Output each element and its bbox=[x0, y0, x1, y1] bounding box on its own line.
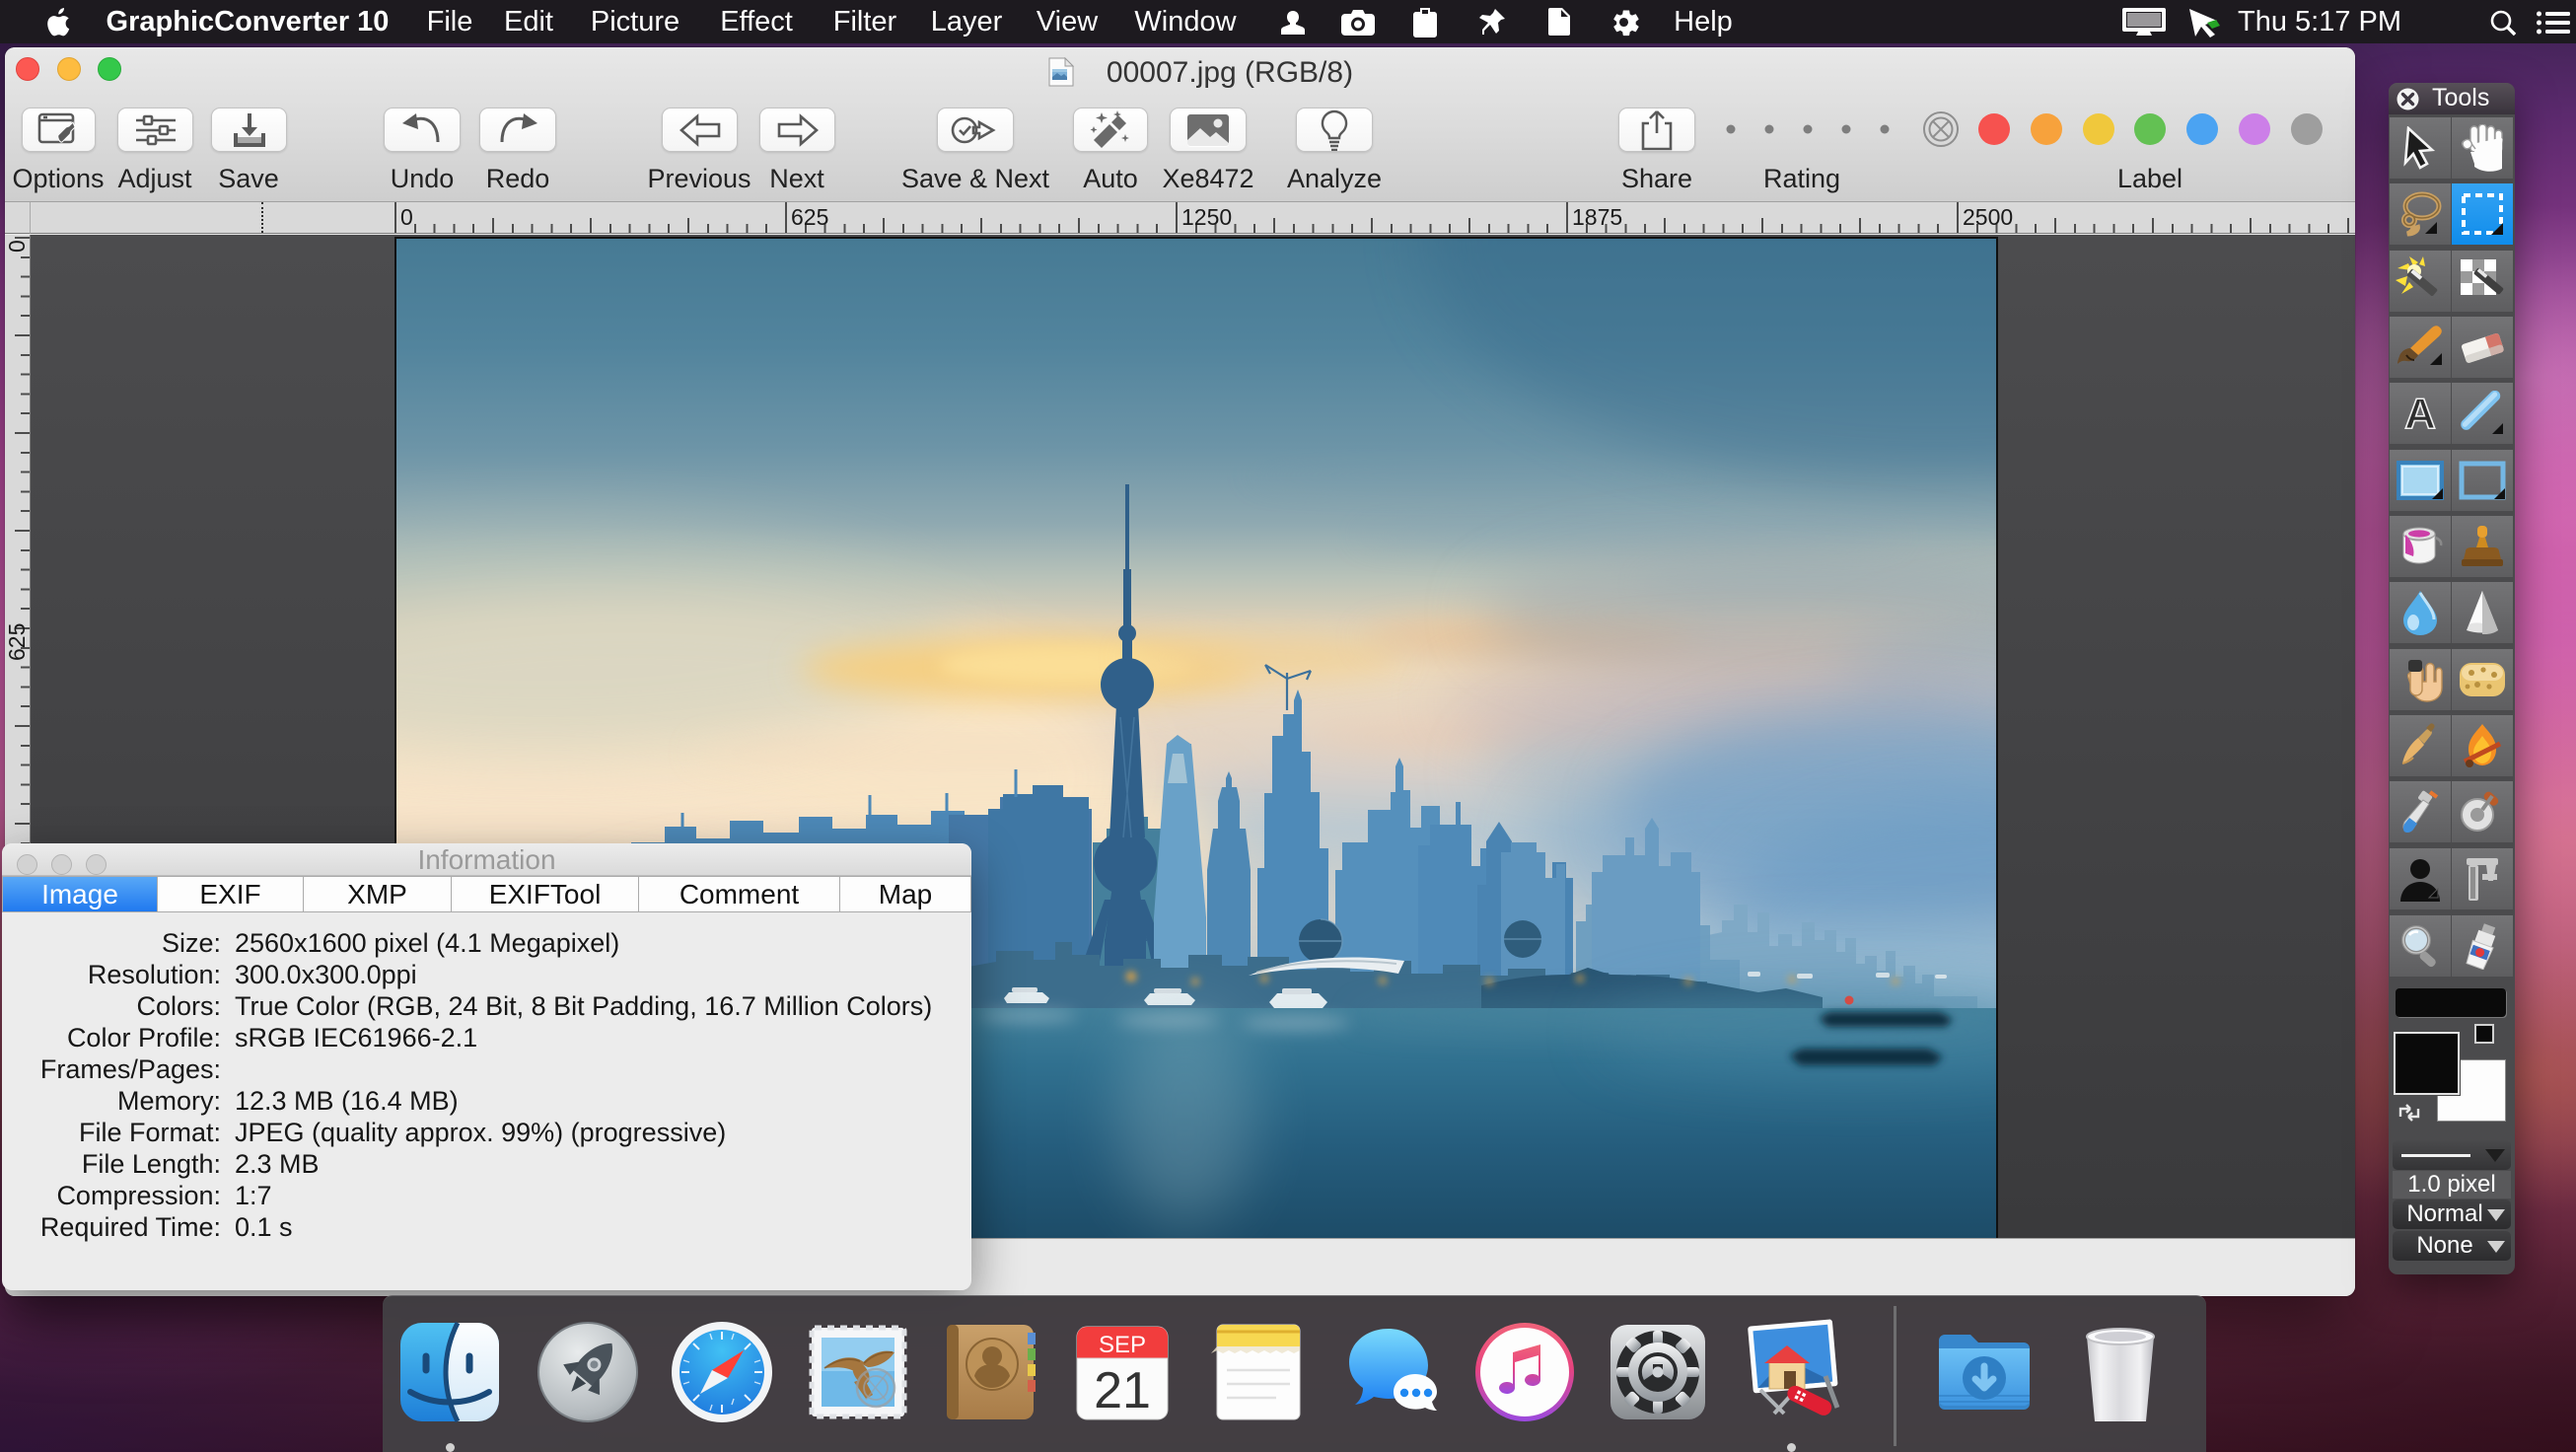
svg-text:21: 21 bbox=[1094, 1362, 1151, 1419]
svg-text:SEP: SEP bbox=[1099, 1332, 1146, 1358]
svg-text:A: A bbox=[2404, 391, 2436, 436]
